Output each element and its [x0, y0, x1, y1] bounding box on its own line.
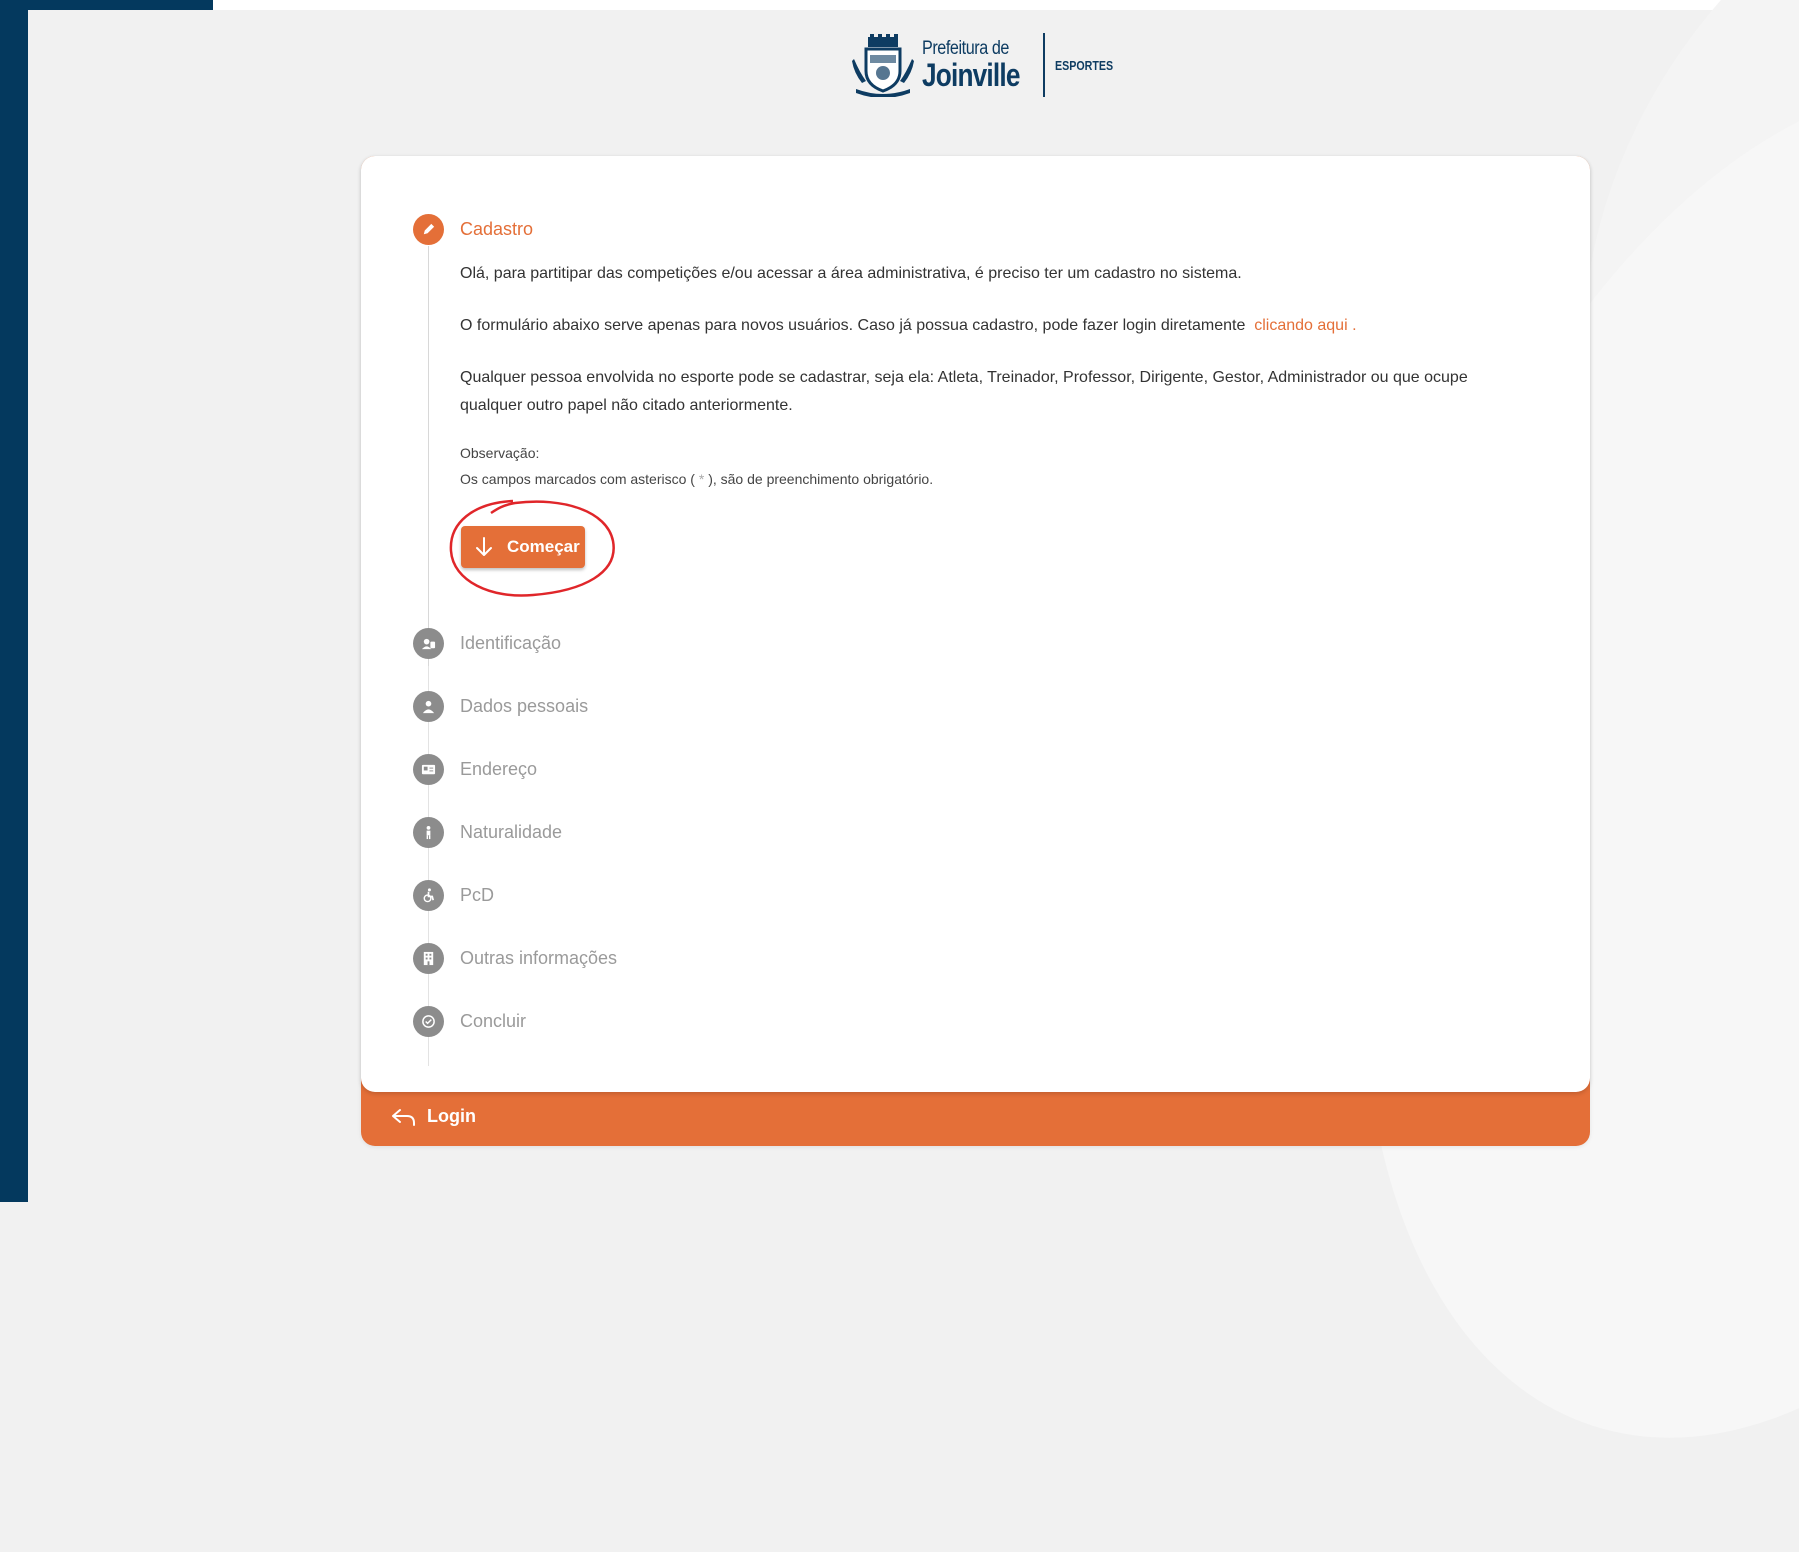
step-identificacao[interactable]: Identificação — [413, 628, 561, 659]
intro-content: Olá, para partitipar das competições e/o… — [460, 260, 1530, 492]
arrow-down-icon — [476, 537, 492, 556]
step-pcd[interactable]: PcD — [413, 880, 494, 911]
city-crest-icon — [852, 34, 914, 97]
address-card-icon — [413, 754, 444, 785]
start-button-label: Começar — [507, 537, 580, 556]
logo-tag-esportes: ESPORTES — [1055, 57, 1114, 73]
step-label: Concluir — [460, 1011, 527, 1031]
id-badge-icon — [413, 628, 444, 659]
intro-paragraph-3: Qualquer pessoa envolvida no esporte pod… — [460, 369, 1468, 414]
logo-divider — [1043, 33, 1046, 97]
intro-paragraph-2-text: O formulário abaixo serve apenas para no… — [460, 317, 1246, 334]
logo-line-joinville: Joinville — [922, 57, 1020, 93]
building-icon — [413, 943, 444, 974]
observation-text-before: Os campos marcados com asterisco ( — [460, 471, 695, 487]
top-nav-tab — [28, 0, 213, 10]
login-link[interactable]: clicando aqui — [1254, 317, 1347, 334]
step-label: Identificação — [460, 633, 562, 653]
left-sidebar-bar — [0, 0, 28, 1202]
top-strip — [213, 0, 1799, 10]
observation-text-after: ), são de preenchimento obrigatório. — [708, 471, 934, 487]
start-button[interactable]: Começar — [461, 526, 585, 568]
check-circle-icon — [413, 1006, 444, 1037]
intro-paragraph-1: Olá, para partitipar das competições e/o… — [460, 265, 1242, 282]
registration-card-body: Cadastro Olá, para partitipar das compet… — [361, 156, 1590, 1092]
pencil-icon — [413, 214, 444, 245]
step-outras-informacoes[interactable]: Outras informações — [413, 943, 617, 974]
login-button[interactable]: Login — [391, 1106, 476, 1127]
step-label: Naturalidade — [460, 822, 563, 842]
step-label: Endereço — [460, 759, 538, 779]
step-label: PcD — [460, 885, 495, 905]
step-label: Dados pessoais — [460, 696, 589, 716]
observation-text: Os campos marcados com asterisco ( * ), … — [460, 466, 1530, 492]
step-naturalidade[interactable]: Naturalidade — [413, 817, 562, 848]
child-icon — [413, 817, 444, 848]
step-cadastro[interactable]: Cadastro — [413, 214, 533, 245]
step-concluir[interactable]: Concluir — [413, 1006, 526, 1037]
login-button-label: Login — [427, 1106, 476, 1126]
step-dados-pessoais[interactable]: Dados pessoais — [413, 691, 588, 722]
step-label-cadastro: Cadastro — [460, 219, 534, 239]
registration-card: Cadastro Olá, para partitipar das compet… — [361, 156, 1590, 1146]
intro-paragraph-2: O formulário abaixo serve apenas para no… — [460, 312, 1530, 340]
observation-title: Observação: — [460, 445, 540, 461]
logo-line-prefeitura: Prefeitura de — [922, 38, 1009, 59]
asterisk-icon: * — [698, 471, 705, 487]
stepper-connector — [428, 246, 429, 686]
link-period: . — [1352, 317, 1357, 334]
step-label: Outras informações — [460, 948, 618, 968]
wheelchair-icon — [413, 880, 444, 911]
person-icon — [413, 691, 444, 722]
joinville-logo: Prefeitura de Joinville ESPORTES — [850, 30, 1126, 100]
back-arrow-icon — [392, 1108, 415, 1126]
step-endereco[interactable]: Endereço — [413, 754, 537, 785]
